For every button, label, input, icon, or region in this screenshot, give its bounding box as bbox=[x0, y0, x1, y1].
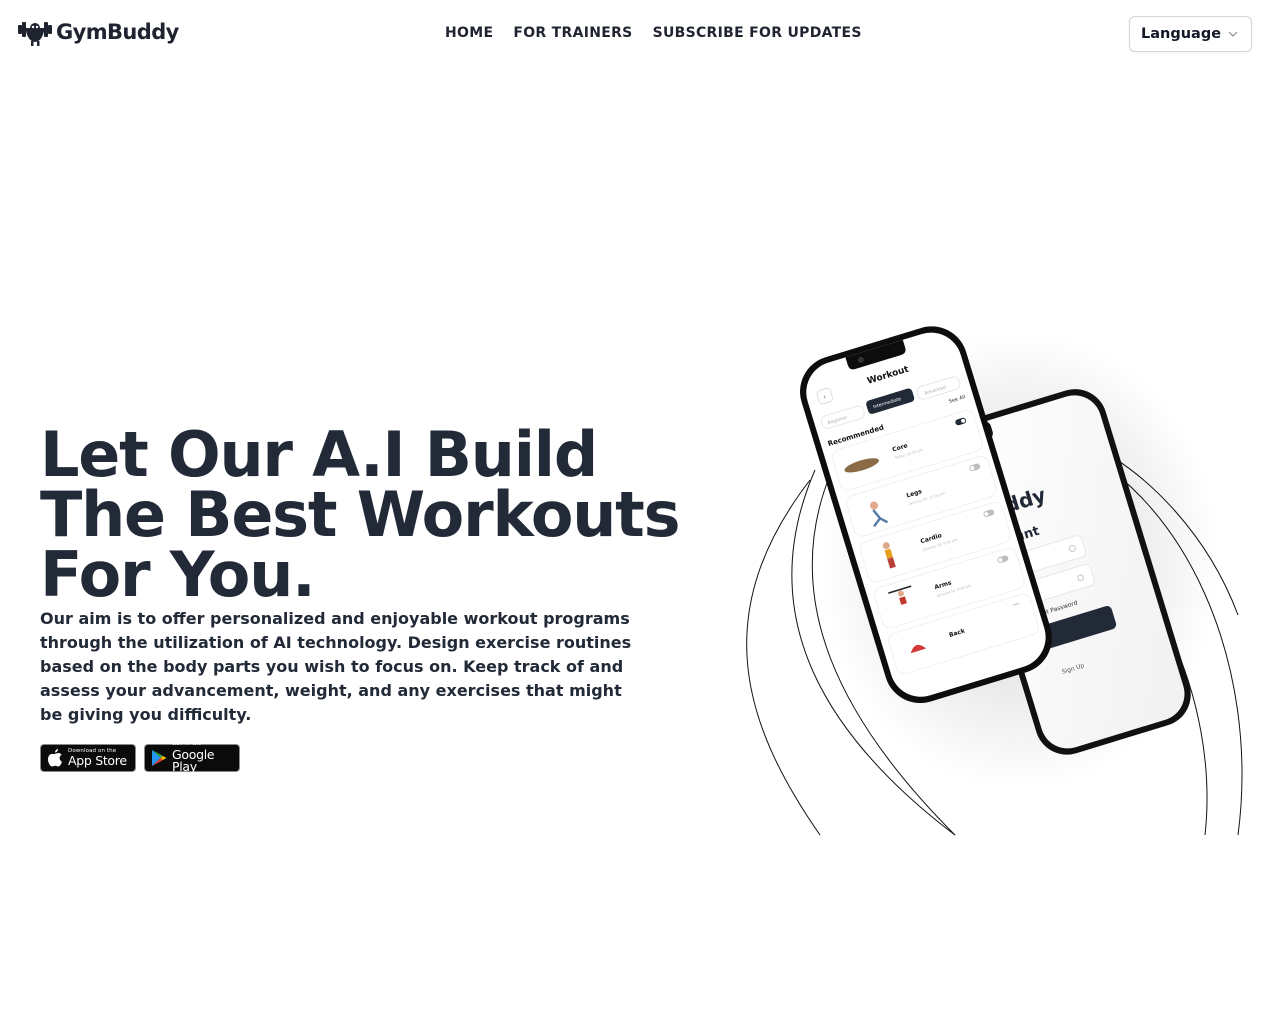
language-select-value: Language bbox=[1141, 26, 1222, 42]
phones-svg: uddy count Forgot Password Sign Up ‹ Wor… bbox=[746, 326, 1243, 836]
logo[interactable]: GymBuddy bbox=[18, 17, 179, 47]
main-nav: HOME FOR TRAINERS SUBSCRIBE FOR UPDATES bbox=[445, 25, 862, 41]
gym-mascot-icon bbox=[18, 22, 52, 46]
phones-illustration: uddy count Forgot Password Sign Up ‹ Wor… bbox=[720, 320, 1260, 840]
hero-title: Let Our A.I Build The Best Workouts For … bbox=[40, 418, 680, 611]
logo-text: GymBuddy bbox=[56, 20, 179, 44]
hero-title-line-3: For You. bbox=[40, 538, 316, 611]
nav-for-trainers[interactable]: FOR TRAINERS bbox=[513, 25, 632, 41]
google-play-button[interactable]: GET IT ON Google Play bbox=[144, 742, 240, 775]
store-badges: Download on the App Store GET IT ON Goog… bbox=[40, 742, 240, 775]
apple-icon bbox=[48, 749, 62, 767]
hero-title-line-1: Let Our A.I Build bbox=[40, 418, 598, 491]
app-store-big-text: App Store bbox=[68, 753, 127, 768]
language-select[interactable]: Language bbox=[1129, 16, 1252, 52]
google-play-icon bbox=[152, 750, 167, 766]
google-play-big-text: Google Play bbox=[172, 746, 215, 775]
hero-title-line-2: The Best Workouts bbox=[40, 478, 680, 551]
chevron-down-icon bbox=[1228, 31, 1238, 37]
arc-1 bbox=[746, 479, 821, 836]
site-header: GymBuddy HOME FOR TRAINERS SUBSCRIBE FOR… bbox=[0, 0, 1280, 68]
hero-description: Our aim is to offer personalized and enj… bbox=[40, 609, 632, 724]
nav-subscribe-for-updates[interactable]: SUBSCRIBE FOR UPDATES bbox=[653, 25, 862, 41]
nav-home[interactable]: HOME bbox=[445, 25, 493, 41]
app-store-button[interactable]: Download on the App Store bbox=[40, 744, 136, 772]
